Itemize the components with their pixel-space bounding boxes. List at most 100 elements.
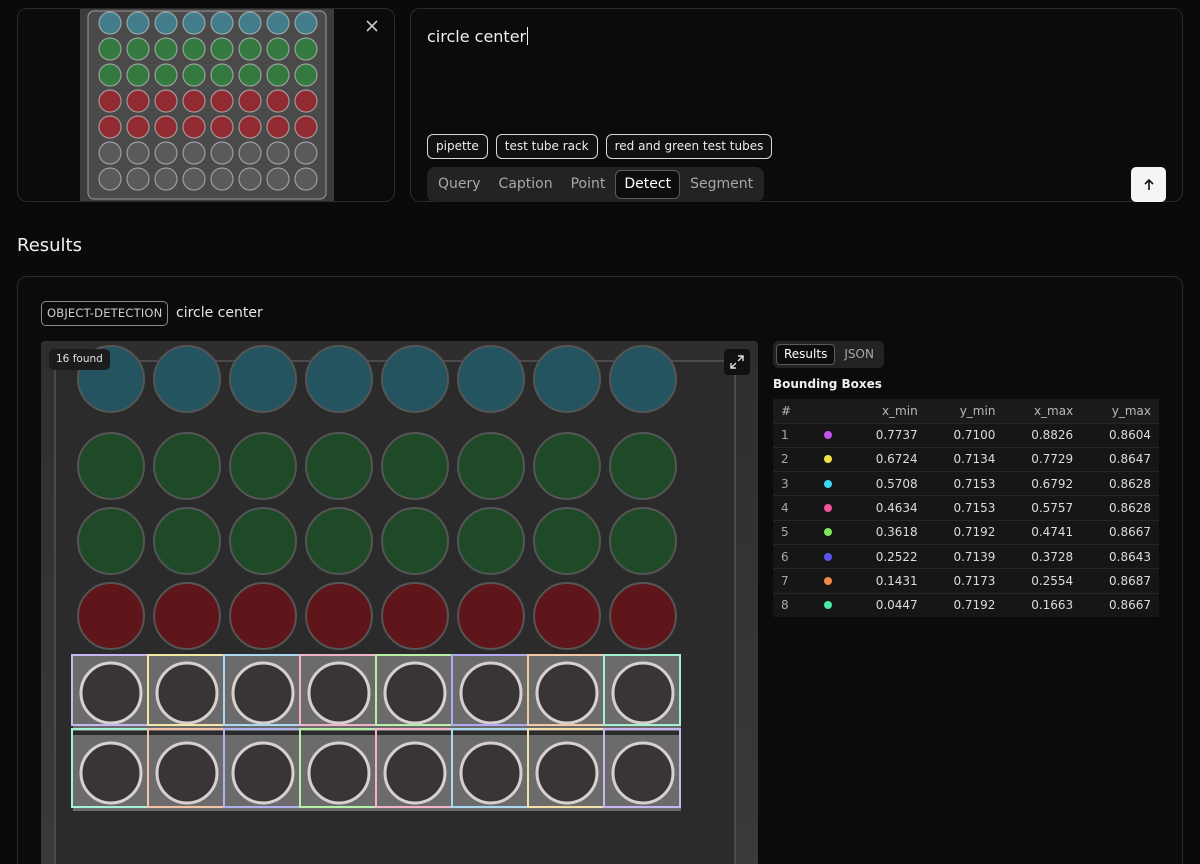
x-min-cell: 0.6724 <box>847 446 926 472</box>
table-row[interactable]: 1 0.7737 0.7100 0.8826 0.8604 <box>773 422 1159 448</box>
well-plate-photo <box>80 9 334 201</box>
column-header <box>807 399 848 423</box>
x-min-cell: 0.5708 <box>847 471 926 496</box>
x-min-cell: 0.3618 <box>847 519 926 545</box>
row-index: 4 <box>773 495 808 521</box>
suggestion-chip[interactable]: pipette <box>427 134 488 159</box>
tab-detect[interactable]: Detect <box>615 170 681 199</box>
color-swatch <box>807 495 848 521</box>
y-min-cell: 0.7153 <box>925 495 1004 521</box>
x-max-cell: 0.5757 <box>1003 495 1082 521</box>
table-row[interactable]: 8 0.0447 0.7192 0.1663 0.8667 <box>773 592 1159 618</box>
suggestion-chip[interactable]: test tube rack <box>495 134 598 159</box>
found-count-badge: 16 found <box>49 349 110 370</box>
y-min-cell: 0.7100 <box>925 422 1004 448</box>
uploaded-image-thumbnail <box>80 9 334 201</box>
y-max-cell: 0.8667 <box>1081 592 1159 618</box>
expand-icon[interactable] <box>724 349 750 375</box>
column-header: y_max <box>1081 399 1159 423</box>
app-page: circle center pipette test tube rack red… <box>0 0 1200 864</box>
x-max-cell: 0.7729 <box>1003 446 1082 472</box>
text-caret <box>527 27 529 45</box>
tab-point[interactable]: Point <box>563 170 614 199</box>
color-dot <box>823 601 832 610</box>
y-min-cell: 0.7173 <box>925 568 1004 594</box>
x-max-cell: 0.2554 <box>1003 568 1082 594</box>
color-dot <box>823 455 832 464</box>
color-swatch <box>807 568 848 594</box>
x-max-cell: 0.4741 <box>1003 519 1082 545</box>
color-swatch <box>807 592 848 618</box>
table-row[interactable]: 3 0.5708 0.7153 0.6792 0.8628 <box>773 471 1159 496</box>
y-max-cell: 0.8628 <box>1081 471 1159 496</box>
task-query-text: circle center <box>176 305 263 321</box>
table-row[interactable]: 7 0.1431 0.7173 0.2554 0.8687 <box>773 568 1159 594</box>
row-index: 1 <box>773 422 808 448</box>
tab-query[interactable]: Query <box>430 170 489 199</box>
detection-image-viewer[interactable]: 16 found <box>41 341 758 864</box>
close-icon[interactable] <box>364 19 380 35</box>
color-dot <box>823 528 832 537</box>
color-dot <box>823 431 832 440</box>
column-header: # <box>773 399 808 423</box>
x-min-cell: 0.0447 <box>847 592 926 618</box>
table-header-row: # x_min y_min x_max y_max <box>773 399 1159 423</box>
table-row[interactable]: 6 0.2522 0.7139 0.3728 0.8643 <box>773 543 1159 569</box>
row-index: 8 <box>773 592 808 618</box>
color-dot <box>823 479 832 488</box>
results-heading: Results <box>17 235 82 256</box>
color-swatch <box>807 446 848 472</box>
bounding-boxes-table: # x_min y_min x_max y_max 1 0.7737 0.7100 0… <box>773 399 1159 618</box>
tab-caption[interactable]: Caption <box>491 170 561 199</box>
tab-json[interactable]: JSON <box>837 344 881 365</box>
table-row[interactable]: 2 0.6724 0.7134 0.7729 0.8647 <box>773 446 1159 472</box>
arrow-up-icon <box>1143 178 1154 190</box>
mode-tabs: Query Caption Point Detect Segment <box>427 167 765 202</box>
y-max-cell: 0.8628 <box>1081 495 1159 521</box>
x-max-cell: 0.8826 <box>1003 422 1082 448</box>
color-swatch <box>807 422 848 448</box>
uploaded-image-card <box>17 8 395 202</box>
y-min-cell: 0.7192 <box>925 592 1004 618</box>
x-min-cell: 0.2522 <box>847 543 926 569</box>
color-swatch <box>807 471 848 496</box>
y-min-cell: 0.7192 <box>925 519 1004 545</box>
y-max-cell: 0.8604 <box>1081 422 1159 448</box>
column-header: y_min <box>925 399 1004 423</box>
row-index: 2 <box>773 446 808 472</box>
row-index: 6 <box>773 543 808 569</box>
row-index: 5 <box>773 519 808 545</box>
y-min-cell: 0.7139 <box>925 543 1004 569</box>
table-row[interactable]: 4 0.4634 0.7153 0.5757 0.8628 <box>773 495 1159 521</box>
column-header: x_min <box>847 399 926 423</box>
x-min-cell: 0.1431 <box>847 568 926 594</box>
results-card: OBJECT-DETECTION circle center 16 found <box>17 276 1183 864</box>
query-panel: circle center pipette test tube rack red… <box>410 8 1183 202</box>
color-swatch <box>807 519 848 545</box>
color-dot <box>823 504 832 513</box>
tab-results[interactable]: Results <box>776 344 836 365</box>
x-max-cell: 0.3728 <box>1003 543 1082 569</box>
x-max-cell: 0.1663 <box>1003 592 1082 618</box>
table-row[interactable]: 5 0.3618 0.7192 0.4741 0.8667 <box>773 519 1159 545</box>
y-max-cell: 0.8667 <box>1081 519 1159 545</box>
suggestion-chip[interactable]: red and green test tubes <box>605 134 773 159</box>
x-min-cell: 0.4634 <box>847 495 926 521</box>
y-min-cell: 0.7134 <box>925 446 1004 472</box>
y-max-cell: 0.8643 <box>1081 543 1159 569</box>
detection-image <box>41 341 758 864</box>
color-dot <box>823 576 832 585</box>
view-tabs: Results JSON <box>773 341 884 368</box>
y-min-cell: 0.7153 <box>925 471 1004 496</box>
query-input[interactable]: circle center <box>427 27 529 46</box>
y-max-cell: 0.8687 <box>1081 568 1159 594</box>
column-header: x_max <box>1003 399 1082 423</box>
color-dot <box>823 552 832 561</box>
tab-segment[interactable]: Segment <box>682 170 761 199</box>
bounding-boxes-title: Bounding Boxes <box>773 377 882 391</box>
send-button[interactable] <box>1131 167 1166 202</box>
row-index: 7 <box>773 568 808 594</box>
results-side-panel: Results JSON Bounding Boxes # x_min y_mi… <box>773 341 1159 618</box>
task-type-badge: OBJECT-DETECTION <box>41 301 169 326</box>
y-max-cell: 0.8647 <box>1081 446 1159 472</box>
